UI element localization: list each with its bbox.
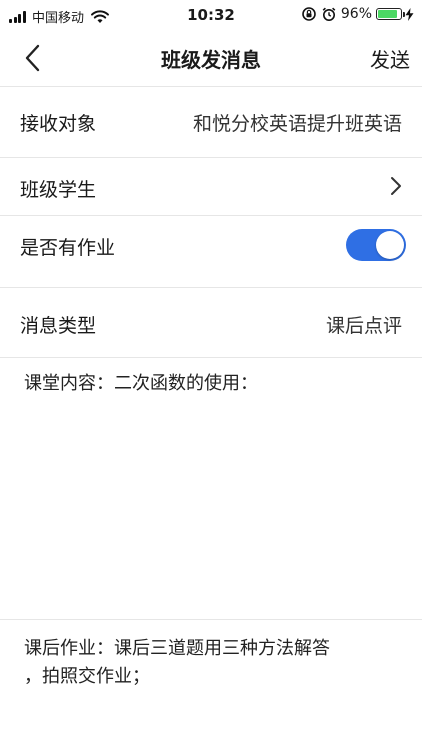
page-title: 班级发消息 [161, 48, 261, 72]
message-type-value: 课后点评 [325, 315, 402, 337]
send-button[interactable]: 发送 [370, 44, 410, 73]
message-type-row[interactable]: 消息类型 课后点评 [0, 288, 422, 358]
battery-fill [378, 10, 398, 18]
has-homework-label: 是否有作业 [20, 237, 116, 259]
has-homework-row: 是否有作业 [0, 216, 422, 288]
chevron-right-icon [391, 177, 401, 195]
recipient-value: 和悦分校英语提升班英语 [192, 113, 402, 135]
toggle-knob [376, 231, 404, 259]
class-students-row[interactable]: 班级学生 [0, 158, 422, 216]
rotation-lock-icon [302, 7, 316, 21]
status-bar: 中国移动 10:32 96% [0, 0, 422, 30]
recipient-row: 接收对象 和悦分校英语提升班英语 [0, 87, 422, 158]
recipient-label: 接收对象 [20, 113, 97, 135]
homework-toggle[interactable] [346, 229, 406, 261]
homework-content-input[interactable]: 课后作业：课后三道题用三种方法解答 ，拍照交作业； [0, 621, 422, 750]
class-students-label: 班级学生 [20, 179, 97, 201]
alarm-icon [322, 7, 336, 21]
charging-icon [405, 7, 414, 21]
screen: 中国移动 10:32 96% 班级发消息 发送 接收对象 和悦分校英语提升班英语… [0, 0, 422, 750]
battery-percent: 96% [340, 6, 372, 22]
message-type-label: 消息类型 [20, 315, 97, 337]
nav-bar: 班级发消息 发送 [0, 30, 422, 87]
classroom-content-input[interactable]: 课堂内容：二次函数的使用： [0, 358, 422, 620]
status-right: 96% [301, 6, 414, 22]
battery-icon [376, 8, 405, 20]
